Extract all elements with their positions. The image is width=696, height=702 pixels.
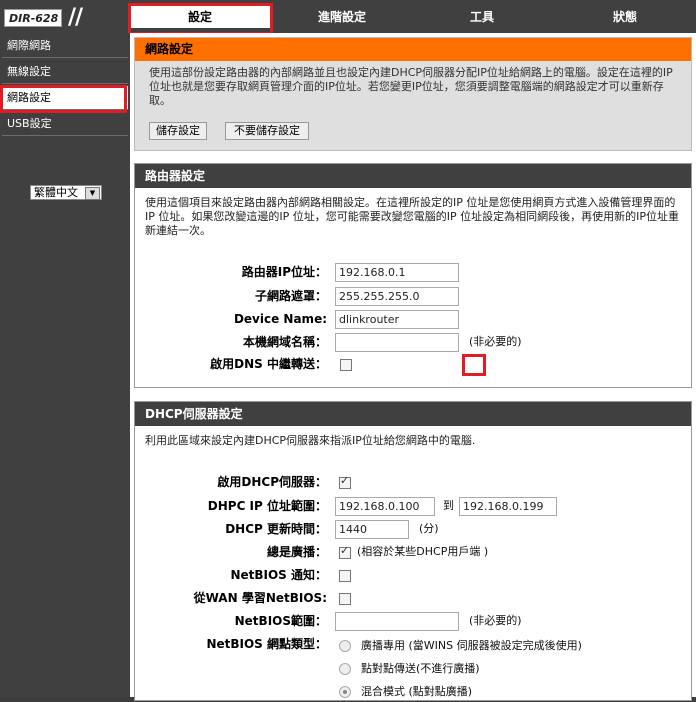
dns-relay-checkbox[interactable] [340,359,352,371]
sidebar-item-internet[interactable]: 網際網路 [2,34,128,58]
main-content: 網路設定 使用這部份設定路由器的內部網路並且也設定內建DHCP伺服器分配IP位址… [130,33,696,701]
netbios-wan-checkbox[interactable] [339,593,351,605]
chevron-down-icon: ▼ [85,187,100,200]
netbios-announce-label: NetBIOS 通知： [230,568,327,582]
local-domain-input[interactable] [335,333,459,352]
dhcp-lease-input[interactable]: 1440 [335,520,409,539]
router-settings-description: 使用這個項目來設定路由器內部網路相關設定。在這裡所設定的IP 位址是您使用網頁方… [145,196,679,237]
netbios-scope-input[interactable] [335,612,459,631]
dns-relay-label: 啟用DNS 中繼轉送： [210,357,327,371]
netbios-announce-checkbox[interactable] [339,570,351,582]
network-settings-panel: 網路設定 使用這部份設定路由器的內部網路並且也設定內建DHCP伺服器分配IP位址… [134,37,692,151]
dhcp-settings-description: 利用此區域來設定內建DHCP伺服器來指派IP位址給您網路中的電腦. [145,434,476,447]
language-select[interactable]: 繁體中文 ▼ [30,185,102,200]
local-domain-label: 本機網域名稱： [242,335,327,349]
tab-status[interactable]: 狀態 [554,6,696,28]
local-domain-optional: (非必要的) [469,335,522,348]
language-select-value: 繁體中文 [34,186,78,199]
dhcp-enable-label: 啟用DHCP伺服器： [217,475,327,489]
router-settings-panel: 路由器設定 使用這個項目來設定路由器內部網路相關設定。在這裡所設定的IP 位址是… [134,163,692,388]
netbios-wan-label: 從WAN 學習NetBIOS: [193,591,327,605]
dont-save-settings-button[interactable]: 不要儲存設定 [225,122,309,140]
node-type-p2p-label: 點對點傳送(不進行廣播) [361,662,480,675]
router-settings-title: 路由器設定 [135,164,691,188]
node-type-broadcast-radio[interactable] [339,640,351,652]
netbios-scope-label: NetBIOS範圍： [234,614,327,628]
netbios-scope-optional: (非必要的) [469,614,522,627]
model-logo: DIR-628 [4,9,62,27]
subnet-mask-input[interactable]: 255.255.255.0 [335,287,459,306]
netbios-node-type-label: NetBIOS 網點類型： [206,637,327,651]
dhcp-enable-checkbox[interactable] [339,474,351,489]
save-settings-button[interactable]: 儲存設定 [149,122,207,140]
router-ip-input[interactable]: 192.168.0.1 [335,263,459,282]
sidebar-item-network[interactable]: 網路設定 [2,86,128,110]
dhcp-settings-title: DHCP伺服器設定 [135,402,691,426]
router-ip-label: 路由器IP位址： [241,265,327,279]
node-type-mixed-label: 混合模式 (點對點廣播) [361,685,473,698]
dhcp-settings-panel: DHCP伺服器設定 利用此區域來設定內建DHCP伺服器來指派IP位址給您網路中的… [134,401,692,701]
dhcp-lease-unit: (分) [419,522,439,535]
subnet-mask-label: 子網路遮罩： [254,289,327,303]
tab-advanced[interactable]: 進階設定 [274,6,410,28]
dhcp-range-end-input[interactable]: 192.168.0.199 [459,497,557,516]
network-settings-title: 網路設定 [135,38,691,61]
device-name-label: Device Name: [233,312,327,326]
device-name-input[interactable]: dlinkrouter [335,310,459,329]
top-navigation-bar: DIR-628 // 設定 進階設定 工具 狀態 [0,0,696,33]
always-broadcast-label: 總是廣播： [266,545,327,559]
node-type-mixed-radio[interactable] [339,686,351,698]
dhcp-lease-label: DHCP 更新時間： [225,522,327,536]
always-broadcast-checkbox[interactable] [339,544,351,559]
dhcp-range-start-input[interactable]: 192.168.0.100 [335,497,435,516]
dhcp-range-label: DHPC IP 位址範圍： [207,499,327,513]
logo-slashes-decoration: // [68,5,83,30]
dhcp-range-to: 到 [443,499,454,512]
tab-tools[interactable]: 工具 [414,6,550,28]
node-type-broadcast-label: 廣播專用 (當WINS 伺服器被設定完成後使用) [361,639,582,652]
sidebar-item-usb[interactable]: USB設定 [2,112,128,136]
always-broadcast-note: (相容於某些DHCP用戶端 ) [357,545,489,558]
sidebar: 網際網路 無線設定 網路設定 USB設定 繁體中文 ▼ [0,33,130,697]
tab-setup[interactable]: 設定 [130,6,270,28]
node-type-p2p-radio[interactable] [339,663,351,675]
network-settings-description: 使用這部份設定路由器的內部網路並且也設定內建DHCP伺服器分配IP位址給網路上的… [149,66,673,107]
sidebar-item-wireless[interactable]: 無線設定 [2,60,128,84]
